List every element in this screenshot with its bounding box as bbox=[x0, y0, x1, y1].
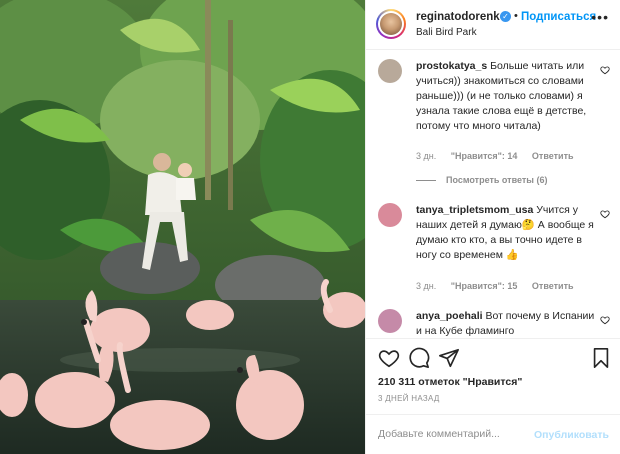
share-icon[interactable] bbox=[438, 347, 460, 369]
heart-icon[interactable] bbox=[378, 347, 400, 369]
view-replies-label[interactable]: Посмотреть ответы (6) bbox=[446, 175, 547, 185]
comment-icon[interactable] bbox=[408, 347, 430, 369]
add-comment-input[interactable] bbox=[378, 428, 528, 440]
commenter-avatar[interactable] bbox=[378, 59, 402, 83]
add-comment-bar: Опубликовать bbox=[366, 414, 620, 454]
separator-dot: • bbox=[514, 10, 518, 22]
bookmark-icon[interactable] bbox=[590, 347, 612, 369]
comments-list[interactable]: prostokatya_s Больше читать или учиться)… bbox=[366, 51, 620, 338]
comment-text: tanya_tripletsmom_usa Учится у наших дет… bbox=[416, 203, 598, 263]
replies-divider bbox=[416, 180, 436, 182]
author-avatar[interactable] bbox=[376, 9, 406, 39]
view-replies-button[interactable]: Посмотреть ответы (6) bbox=[416, 175, 547, 185]
post-photo[interactable] bbox=[0, 0, 365, 454]
post-actions-bar bbox=[366, 338, 620, 374]
author-username[interactable]: reginatodorenko bbox=[416, 11, 507, 23]
reply-button[interactable]: Ответить bbox=[532, 281, 574, 291]
commenter-username[interactable]: tanya_tripletsmom_usa bbox=[416, 204, 533, 216]
comment-meta: 3 дн. "Нравится": 15 Ответить bbox=[416, 281, 586, 291]
post-sidebar: reginatodorenko ✓ • Подписаться Bali Bir… bbox=[365, 0, 620, 454]
commenter-username[interactable]: anya_poehali bbox=[416, 310, 483, 322]
follow-button[interactable]: Подписаться bbox=[521, 11, 596, 23]
comment-like-heart-icon[interactable] bbox=[600, 65, 610, 75]
likes-count[interactable]: 210 311 отметок "Нравится" bbox=[378, 376, 522, 388]
reply-button[interactable]: Ответить bbox=[532, 151, 574, 161]
commenter-avatar[interactable] bbox=[378, 203, 402, 227]
photo-jungle-flamingos bbox=[0, 0, 365, 454]
more-horizontal-icon[interactable]: ••• bbox=[591, 10, 609, 24]
verified-badge-icon: ✓ bbox=[500, 11, 511, 22]
publish-button[interactable]: Опубликовать bbox=[534, 429, 609, 441]
post-header: reginatodorenko ✓ • Подписаться Bali Bir… bbox=[366, 0, 620, 50]
comment-meta: 3 дн. "Нравится": 14 Ответить bbox=[416, 151, 586, 161]
comment-like-heart-icon[interactable] bbox=[600, 209, 610, 219]
comment-likes-count[interactable]: "Нравится": 15 bbox=[451, 281, 518, 291]
commenter-username[interactable]: prostokatya_s bbox=[416, 60, 487, 72]
commenter-avatar[interactable] bbox=[378, 309, 402, 333]
comment-text: anya_poehali Вот почему в Испании и на К… bbox=[416, 309, 598, 338]
comment-text: prostokatya_s Больше читать или учиться)… bbox=[416, 59, 598, 134]
comment-time: 3 дн. bbox=[416, 151, 437, 161]
comment-like-heart-icon[interactable] bbox=[600, 315, 610, 325]
comment-time: 3 дн. bbox=[416, 281, 437, 291]
comment-likes-count[interactable]: "Нравится": 14 bbox=[451, 151, 518, 161]
post-location[interactable]: Bali Bird Park bbox=[416, 27, 477, 38]
post-date[interactable]: 3 ДНЕЙ НАЗАД bbox=[378, 394, 440, 403]
